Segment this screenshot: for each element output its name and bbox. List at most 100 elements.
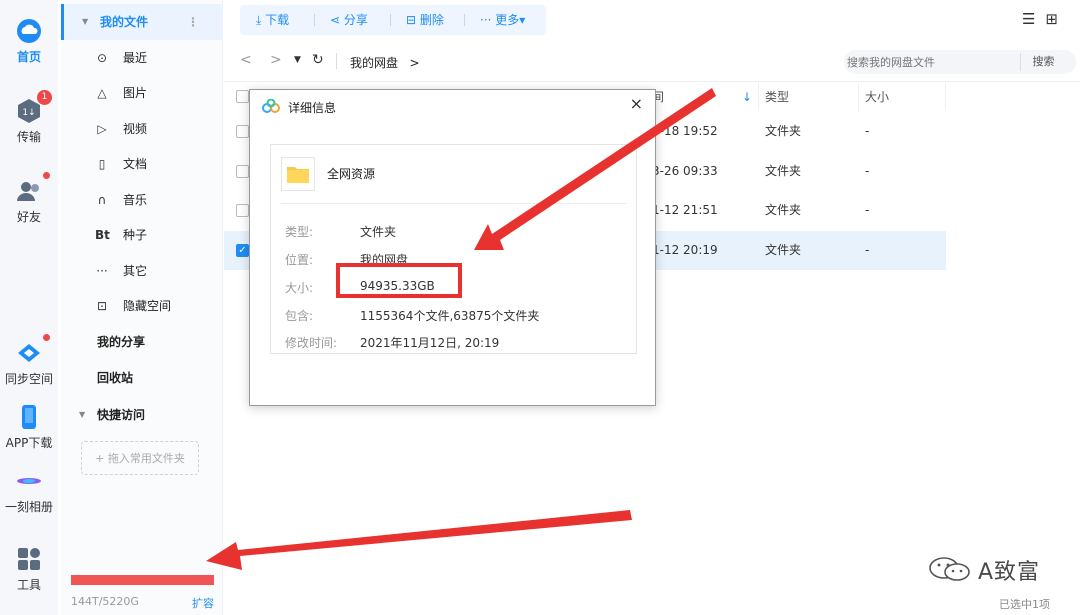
- search-box: 搜索: [844, 50, 1076, 74]
- wechat-icon: [929, 557, 970, 581]
- more-icon: ···: [96, 264, 108, 278]
- app-logo-icon: [262, 99, 280, 113]
- select-all-checkbox[interactable]: [236, 90, 249, 103]
- sidebar-item-images[interactable]: △ 图片: [61, 75, 223, 111]
- toolbar-divider: [390, 14, 391, 26]
- transfer-badge: 1: [37, 90, 52, 105]
- delete-button[interactable]: ⊟ 删除: [406, 5, 444, 35]
- sidebar-my-files[interactable]: ▼ 我的文件 ⋮: [61, 4, 223, 40]
- storage-bar: [71, 575, 214, 585]
- album-icon: [16, 468, 42, 494]
- more-vertical-icon[interactable]: ⋮: [187, 4, 199, 40]
- left-rail: 首页 1↓ 1 传输 好友 同步空间 APP下载 一刻相册 工具: [0, 0, 58, 615]
- toolbar-divider: [314, 14, 315, 26]
- cell-type: 文件夹: [765, 164, 802, 178]
- rail-friends-label: 好友: [16, 210, 41, 224]
- row-checkbox-checked[interactable]: ✓: [236, 244, 249, 257]
- divider: [281, 203, 626, 204]
- rail-app-download[interactable]: APP下载: [0, 404, 58, 451]
- rail-tools[interactable]: 工具: [0, 546, 58, 593]
- expand-storage-link[interactable]: 扩容: [192, 595, 214, 611]
- sidebar-my-share-label: 我的分享: [97, 335, 146, 349]
- share-button[interactable]: ⋖ 分享: [330, 5, 368, 35]
- sidebar-item-label: 最近: [123, 51, 148, 65]
- sidebar-item-docs[interactable]: ▯ 文档: [61, 146, 223, 182]
- share-icon: ⋖: [330, 13, 341, 27]
- share-label: 分享: [343, 13, 368, 27]
- history-dropdown-icon[interactable]: ▼: [294, 55, 301, 65]
- sidebar-my-share[interactable]: 我的分享: [61, 324, 223, 360]
- sidebar-item-recent[interactable]: ⊙ 最近: [61, 40, 223, 76]
- rail-sync[interactable]: 同步空间: [0, 334, 58, 387]
- rail-home[interactable]: 首页: [0, 18, 58, 65]
- sidebar-item-hidden-space[interactable]: ⊡ 隐藏空间: [61, 288, 223, 324]
- back-icon[interactable]: <: [240, 52, 252, 68]
- sort-desc-icon: ↓: [741, 90, 752, 104]
- search-button[interactable]: 搜索: [1020, 53, 1066, 71]
- rail-tools-label: 工具: [16, 578, 41, 592]
- column-header-size[interactable]: 大小: [859, 83, 946, 111]
- caret-down-icon: ▼: [82, 17, 89, 26]
- sidebar-item-torrents[interactable]: Bt 种子: [61, 217, 223, 253]
- details-panel: 全网资源 类型: 文件夹 位置: 我的网盘 大小: 94935.33GB 包含:…: [270, 144, 637, 354]
- friends-icon: [16, 172, 50, 204]
- clock-icon: ⊙: [96, 51, 108, 65]
- rail-friends[interactable]: 好友: [0, 172, 58, 225]
- breadcrumb-root[interactable]: 我的网盘: [350, 56, 398, 70]
- sidebar-item-label: 视频: [123, 122, 148, 136]
- column-header-type[interactable]: 类型: [759, 83, 859, 111]
- sync-icon: [16, 334, 50, 366]
- refresh-icon[interactable]: ↻: [312, 52, 324, 68]
- toolbar-divider: [464, 14, 465, 26]
- document-icon: ▯: [98, 157, 106, 171]
- selection-status: 已选中1项: [999, 598, 1050, 611]
- rail-album-label: 一刻相册: [4, 500, 53, 514]
- rail-album[interactable]: 一刻相册: [0, 468, 58, 515]
- rail-home-label: 首页: [16, 50, 41, 64]
- prop-location-key: 位置:: [285, 253, 314, 267]
- quick-access-drop-zone[interactable]: + 拖入常用文件夹: [81, 441, 199, 475]
- row-checkbox[interactable]: [236, 125, 249, 138]
- annotation-arrow-to-storage: [206, 510, 632, 570]
- search-input[interactable]: [847, 52, 1017, 72]
- annotation-highlight-box: [336, 263, 462, 298]
- nav-bar: < > ▼ ↻ 我的网盘 > 搜索: [224, 42, 1080, 82]
- toolbar: ⤓ 下载 ⋖ 分享 ⊟ 删除 ··· 更多▾: [240, 5, 546, 35]
- download-button[interactable]: ⤓ 下载: [256, 5, 289, 35]
- sidebar-item-other[interactable]: ··· 其它: [61, 253, 223, 289]
- row-checkbox[interactable]: [236, 204, 249, 217]
- rail-sync-label: 同步空间: [4, 372, 53, 386]
- cell-size: -: [865, 124, 870, 138]
- cell-date: 3-26 09:33: [652, 164, 718, 178]
- caret-down-icon: ▼: [79, 410, 86, 419]
- transfer-icon: 1↓ 1: [16, 90, 52, 124]
- download-icon: ⤓: [256, 13, 262, 27]
- forward-icon[interactable]: >: [270, 52, 282, 68]
- sidebar-recycle-label: 回收站: [97, 371, 134, 385]
- sidebar-quick-access-label: 快捷访问: [97, 408, 146, 422]
- sidebar-quick-access[interactable]: ▼ 快捷访问: [61, 397, 223, 433]
- headphones-icon: ∩: [97, 193, 107, 207]
- sidebar-item-music[interactable]: ∩ 音乐: [61, 182, 223, 218]
- close-icon[interactable]: ×: [630, 94, 643, 113]
- more-button[interactable]: ··· 更多▾: [480, 5, 525, 35]
- cell-type: 文件夹: [765, 124, 802, 138]
- folder-name: 全网资源: [327, 167, 376, 181]
- grid-view-icon[interactable]: ⊞: [1045, 10, 1068, 28]
- trash-icon: ⊟: [406, 13, 417, 27]
- sort-icon[interactable]: ☰: [1022, 10, 1045, 28]
- rail-transfer[interactable]: 1↓ 1 传输: [0, 90, 58, 145]
- sidebar-recycle-bin[interactable]: 回收站: [61, 360, 223, 396]
- cell-type: 文件夹: [765, 243, 802, 257]
- prop-contains-key: 包含:: [285, 309, 314, 323]
- column-header-date[interactable]: 间 ↓: [652, 83, 759, 111]
- prop-type-key: 类型:: [285, 225, 314, 239]
- sidebar-item-label: 文档: [123, 157, 148, 171]
- sidebar-item-videos[interactable]: ▷ 视频: [61, 111, 223, 147]
- phone-icon: [16, 404, 42, 430]
- row-checkbox[interactable]: [236, 165, 249, 178]
- details-dialog: 详细信息 × 全网资源 类型: 文件夹 位置: 我的网盘 大小: 94935.3…: [249, 89, 656, 406]
- breadcrumb[interactable]: 我的网盘 >: [350, 54, 420, 71]
- download-label: 下载: [265, 13, 290, 27]
- prop-size-key: 大小:: [285, 281, 314, 295]
